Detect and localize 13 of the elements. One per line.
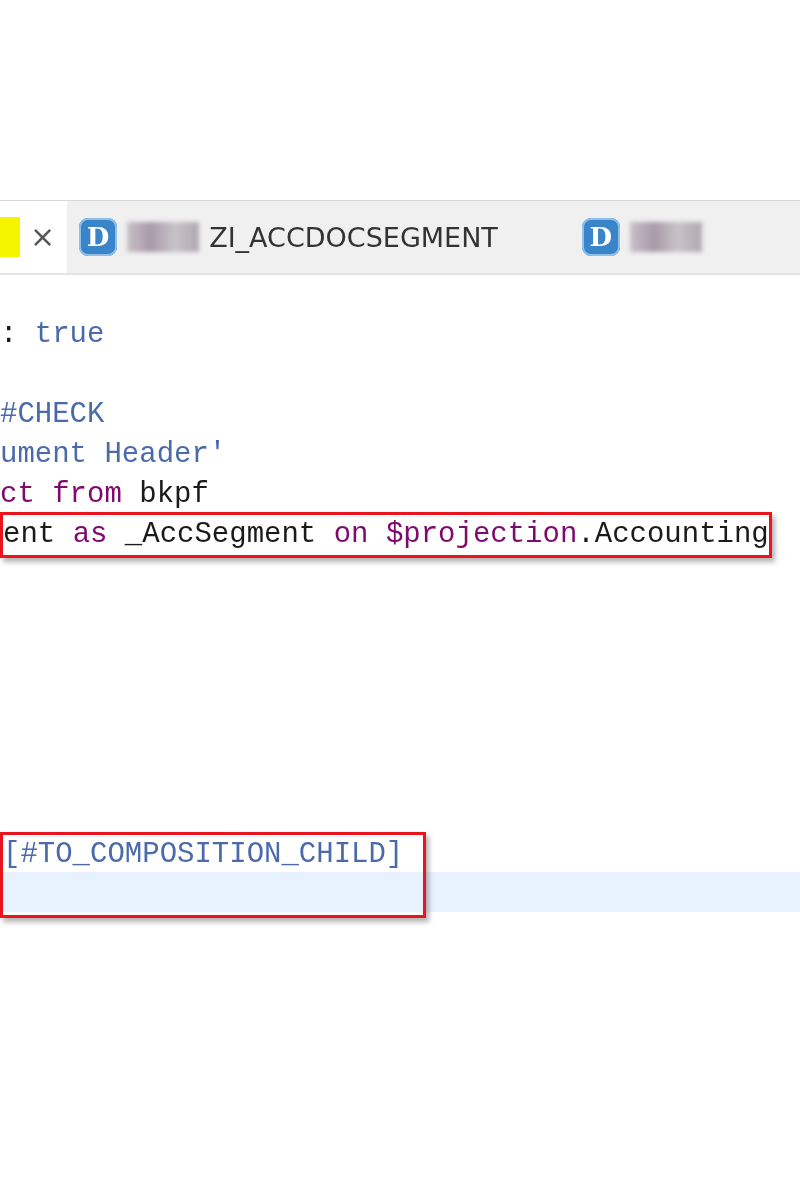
code-line: ent as _AccSegment on $projection.Accounting	[3, 517, 769, 553]
ddl-source-icon: D	[581, 218, 620, 256]
code-line: [#TO_COMPOSITION_CHILD]	[3, 837, 405, 873]
close-icon[interactable]: ×	[30, 222, 56, 252]
editor-tab[interactable]: D ZI_ACCDOCSEGMENT	[67, 201, 510, 273]
code-line: ct from bkpf	[0, 477, 210, 513]
code-line: : true	[0, 317, 106, 353]
ddl-source-icon: D	[79, 218, 118, 256]
tab-label: ZI_ACCDOCSEGMENT	[209, 221, 498, 253]
editor-tab[interactable]: ×	[0, 201, 68, 273]
code-line: #CHECK	[0, 397, 106, 433]
code-line: ument Header'	[0, 437, 228, 473]
editor-tab[interactable]: D	[569, 201, 714, 273]
